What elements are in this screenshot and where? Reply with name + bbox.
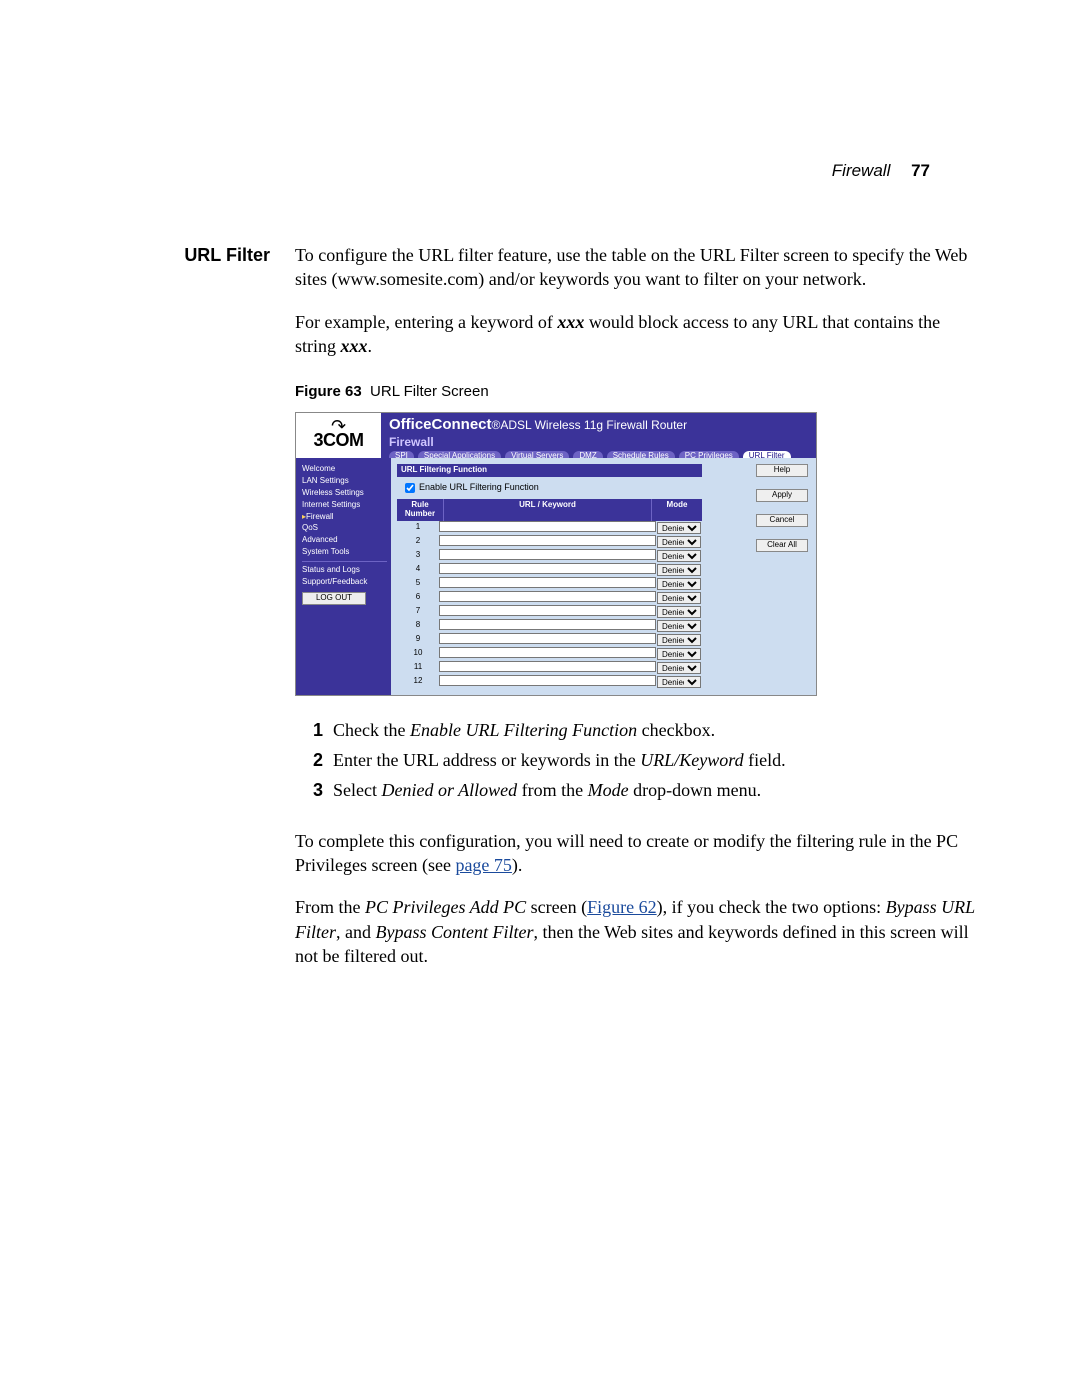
apply-button[interactable]: Apply bbox=[756, 489, 808, 502]
completion-paragraph: To complete this configuration, you will… bbox=[295, 829, 980, 878]
filter-rule-row: 1 Denied bbox=[397, 521, 702, 535]
clear-all-button[interactable]: Clear All bbox=[756, 539, 808, 552]
sidebar: Welcome LAN Settings Wireless Settings Inte… bbox=[296, 458, 391, 694]
url-filter-screenshot: ↷ 3COM OfficeConnect®ADSL Wireless 11g F… bbox=[295, 412, 817, 695]
col-mode: Mode bbox=[652, 499, 702, 521]
filter-rule-row: 2 Denied bbox=[397, 535, 702, 549]
rule-number: 5 bbox=[397, 579, 439, 588]
url-keyword-input[interactable] bbox=[439, 675, 656, 686]
panel-header: URL Filtering Function bbox=[397, 464, 702, 477]
rule-number: 12 bbox=[397, 677, 439, 686]
sidebar-item-system-tools[interactable]: System Tools bbox=[302, 548, 387, 557]
rule-number: 1 bbox=[397, 523, 439, 532]
bypass-paragraph: From the PC Privileges Add PC screen (Fi… bbox=[295, 895, 980, 968]
figure-62-link[interactable]: Figure 62 bbox=[587, 897, 657, 917]
filter-rule-row: 6 Denied bbox=[397, 591, 702, 605]
rule-number: 9 bbox=[397, 635, 439, 644]
url-keyword-input[interactable] bbox=[439, 549, 656, 560]
rule-number: 7 bbox=[397, 607, 439, 616]
brand-logo: ↷ 3COM bbox=[296, 413, 381, 458]
page-75-link[interactable]: page 75 bbox=[455, 855, 511, 875]
mode-select[interactable]: Denied bbox=[657, 648, 701, 660]
help-button[interactable]: Help bbox=[756, 464, 808, 477]
rule-number: 6 bbox=[397, 593, 439, 602]
cancel-button[interactable]: Cancel bbox=[756, 514, 808, 527]
example-paragraph: For example, entering a keyword of xxx w… bbox=[295, 310, 980, 359]
page-number: 77 bbox=[911, 161, 930, 180]
col-url-keyword: URL / Keyword bbox=[444, 499, 652, 521]
mode-select[interactable]: Denied bbox=[657, 676, 701, 688]
url-keyword-input[interactable] bbox=[439, 647, 656, 658]
step-text: Check the Enable URL Filtering Function … bbox=[333, 718, 786, 742]
rule-number: 10 bbox=[397, 649, 439, 658]
mode-select[interactable]: Denied bbox=[657, 662, 701, 674]
section-name: Firewall bbox=[832, 161, 891, 180]
sidebar-item-qos[interactable]: QoS bbox=[302, 524, 387, 533]
url-keyword-input[interactable] bbox=[439, 619, 656, 630]
filter-rule-row: 11 Denied bbox=[397, 661, 702, 675]
filter-rule-row: 5 Denied bbox=[397, 577, 702, 591]
url-keyword-input[interactable] bbox=[439, 591, 656, 602]
sidebar-item-wireless-settings[interactable]: Wireless Settings bbox=[302, 489, 387, 498]
sidebar-item-firewall[interactable]: Firewall bbox=[302, 513, 387, 522]
screen-title: Firewall bbox=[389, 436, 808, 449]
url-keyword-input[interactable] bbox=[439, 633, 656, 644]
rule-number: 3 bbox=[397, 551, 439, 560]
url-keyword-input[interactable] bbox=[439, 577, 656, 588]
filter-rule-row: 4 Denied bbox=[397, 563, 702, 577]
step-text: Select Denied or Allowed from the Mode d… bbox=[333, 778, 786, 802]
mode-select[interactable]: Denied bbox=[657, 550, 701, 562]
logout-button[interactable]: LOG OUT bbox=[302, 592, 366, 605]
step-number: 2 bbox=[295, 748, 333, 772]
mode-select[interactable]: Denied bbox=[657, 634, 701, 646]
filter-rule-row: 7 Denied bbox=[397, 605, 702, 619]
url-keyword-input[interactable] bbox=[439, 563, 656, 574]
url-keyword-input[interactable] bbox=[439, 605, 656, 616]
sidebar-item-support-feedback[interactable]: Support/Feedback bbox=[302, 578, 387, 587]
sidebar-item-welcome[interactable]: Welcome bbox=[302, 465, 387, 474]
rule-number: 8 bbox=[397, 621, 439, 630]
url-keyword-input[interactable] bbox=[439, 521, 656, 532]
filter-rule-row: 9 Denied bbox=[397, 633, 702, 647]
url-keyword-input[interactable] bbox=[439, 535, 656, 546]
mode-select[interactable]: Denied bbox=[657, 592, 701, 604]
sidebar-item-lan-settings[interactable]: LAN Settings bbox=[302, 477, 387, 486]
mode-select[interactable]: Denied bbox=[657, 620, 701, 632]
rule-number: 4 bbox=[397, 565, 439, 574]
running-header: Firewall 77 bbox=[100, 160, 980, 183]
enable-url-filter-checkbox[interactable] bbox=[405, 483, 415, 493]
step-text: Enter the URL address or keywords in the… bbox=[333, 748, 786, 772]
sidebar-item-internet-settings[interactable]: Internet Settings bbox=[302, 501, 387, 510]
mode-select[interactable]: Denied bbox=[657, 564, 701, 576]
filter-rule-row: 3 Denied bbox=[397, 549, 702, 563]
filter-rule-row: 12 Denied bbox=[397, 675, 702, 689]
url-keyword-input[interactable] bbox=[439, 661, 656, 672]
filter-rule-row: 10 Denied bbox=[397, 647, 702, 661]
side-heading: URL Filter bbox=[100, 243, 288, 267]
sidebar-item-advanced[interactable]: Advanced bbox=[302, 536, 387, 545]
sidebar-item-status-and-logs[interactable]: Status and Logs bbox=[302, 566, 387, 575]
rule-number: 2 bbox=[397, 537, 439, 546]
mode-select[interactable]: Denied bbox=[657, 522, 701, 534]
enable-url-filter-label: Enable URL Filtering Function bbox=[419, 483, 539, 493]
steps-list: 1 Check the Enable URL Filtering Functio… bbox=[295, 712, 786, 809]
mode-select[interactable]: Denied bbox=[657, 536, 701, 548]
col-rule-number: Rule Number bbox=[397, 499, 444, 521]
intro-paragraph: To configure the URL filter feature, use… bbox=[295, 243, 980, 292]
figure-caption: Figure 63 URL Filter Screen bbox=[295, 382, 980, 402]
step-number: 1 bbox=[295, 718, 333, 742]
mode-select[interactable]: Denied bbox=[657, 606, 701, 618]
product-name: OfficeConnect®ADSL Wireless 11g Firewall… bbox=[389, 417, 808, 434]
rule-number: 11 bbox=[397, 663, 439, 672]
filter-rule-row: 8 Denied bbox=[397, 619, 702, 633]
step-number: 3 bbox=[295, 778, 333, 802]
mode-select[interactable]: Denied bbox=[657, 578, 701, 590]
